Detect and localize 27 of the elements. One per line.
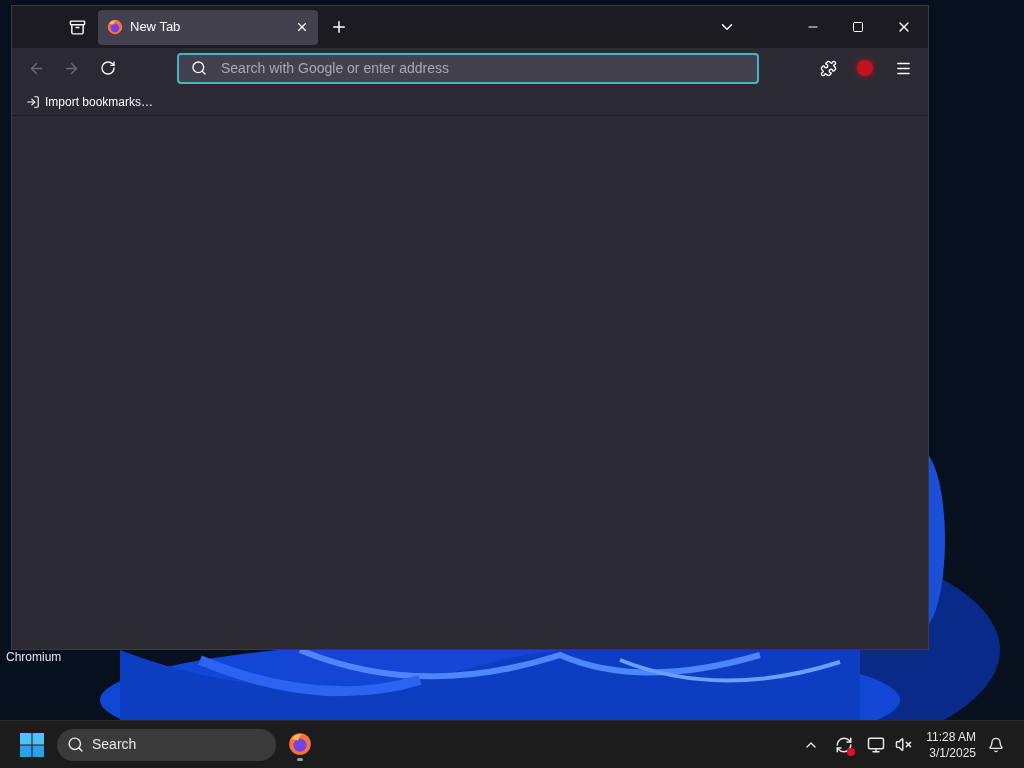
notifications-icon[interactable] xyxy=(988,736,1004,753)
search-icon xyxy=(67,736,84,753)
address-field[interactable]: Search with Google or enter address xyxy=(177,52,759,84)
bookmark-item[interactable]: Import bookmarks… xyxy=(26,92,154,111)
desktop-icon-label[interactable]: Chromium xyxy=(6,651,62,663)
clock[interactable]: 11:28 AM 3/1/2025 xyxy=(926,728,976,761)
sync-icon[interactable] xyxy=(835,735,854,754)
import-icon xyxy=(26,94,40,109)
new-tab-icon[interactable] xyxy=(330,18,348,36)
tab-title: New Tab xyxy=(130,18,182,37)
maximize-icon[interactable] xyxy=(852,21,864,33)
clock-date: 3/1/2025 xyxy=(929,744,976,761)
bookmark-label: Import bookmarks… xyxy=(45,93,154,111)
search-icon xyxy=(191,59,207,76)
archive-icon[interactable] xyxy=(69,18,86,36)
search-placeholder: Search xyxy=(92,735,137,754)
reload-icon[interactable] xyxy=(100,60,116,76)
volume-muted-icon[interactable] xyxy=(895,736,913,753)
browser-logo-icon xyxy=(107,19,123,35)
browser-logo-icon xyxy=(288,732,312,756)
network-icon[interactable] xyxy=(867,735,886,754)
close-icon[interactable] xyxy=(295,20,309,34)
browser-tab[interactable]: New Tab xyxy=(98,9,318,45)
clock-time: 11:28 AM xyxy=(926,728,976,745)
puzzle-icon[interactable] xyxy=(820,59,837,77)
windows-logo-icon[interactable] xyxy=(20,732,44,757)
taskbar-search-field[interactable]: Search xyxy=(57,728,276,761)
